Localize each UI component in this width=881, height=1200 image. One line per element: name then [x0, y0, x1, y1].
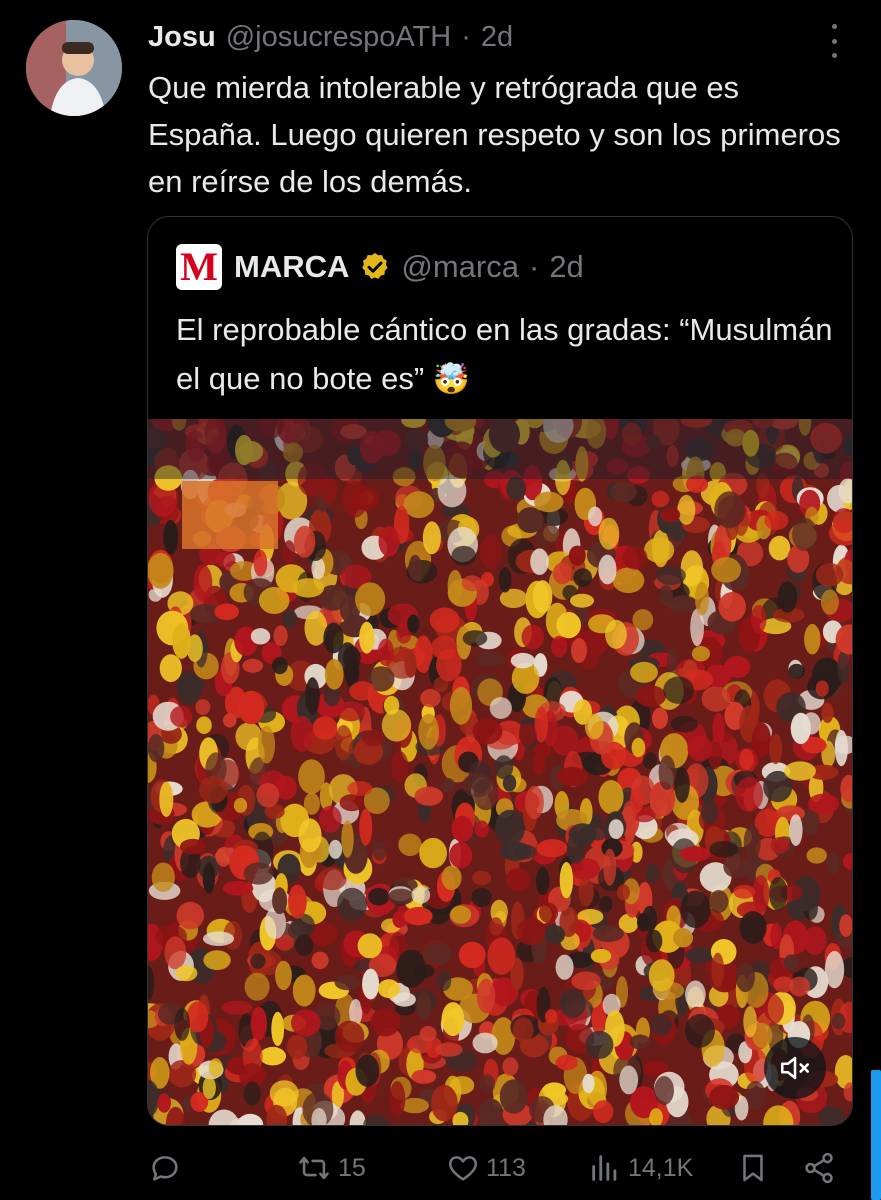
quoted-text: El reprobable cántico en las gradas: “Mu…	[176, 312, 833, 396]
quoted-time[interactable]: 2d	[549, 249, 583, 285]
retweet-button[interactable]: 15	[296, 1148, 366, 1188]
reply-icon	[152, 1156, 178, 1181]
quoted-author-name[interactable]: MARCA	[234, 249, 349, 285]
scrollbar-thumb[interactable]	[871, 1070, 881, 1200]
mute-button[interactable]	[764, 1037, 826, 1099]
views-icon	[592, 1155, 617, 1181]
tweet-actions: 15 113 14,1K	[148, 1148, 848, 1188]
share-icon	[805, 1152, 833, 1184]
tweet-header: Josu @josucrespoATH · 2d	[148, 18, 513, 56]
quoted-author-handle[interactable]: @marca	[401, 249, 519, 285]
quoted-text-block: El reprobable cántico en las gradas: “Mu…	[176, 305, 836, 404]
quoted-tweet[interactable]: M MARCA @marca · 2d El reprobable cántic…	[147, 216, 853, 1126]
bookmark-icon	[743, 1154, 763, 1182]
quoted-separator-dot: ·	[528, 249, 540, 284]
bookmark-button[interactable]	[736, 1148, 770, 1188]
author-handle[interactable]: @josucrespoATH	[226, 21, 452, 54]
avatar[interactable]	[26, 20, 122, 116]
more-options-button[interactable]	[820, 24, 848, 58]
avatar-image	[26, 20, 122, 116]
marca-logo[interactable]: M	[176, 244, 222, 290]
like-button[interactable]: 113	[446, 1148, 526, 1188]
video-player[interactable]	[148, 419, 852, 1125]
more-options-icon	[831, 24, 837, 29]
separator-dot: ·	[461, 20, 471, 53]
views-count: 14,1K	[628, 1153, 694, 1182]
tweet[interactable]: Josu @josucrespoATH · 2d Que mierda into…	[0, 0, 881, 1200]
author-name[interactable]: Josu	[148, 21, 216, 54]
exploding-head-emoji: 🤯	[432, 363, 471, 396]
quoted-header: M MARCA @marca · 2d	[176, 244, 584, 290]
like-count: 113	[486, 1153, 526, 1182]
reply-button[interactable]	[148, 1148, 182, 1188]
retweet-count: 15	[338, 1153, 366, 1182]
share-button[interactable]	[802, 1148, 836, 1188]
marca-logo-letter: M	[180, 244, 218, 289]
tweet-text: Que mierda intolerable y retrógrada que …	[148, 70, 841, 199]
crowd-video-frame	[148, 419, 852, 1125]
verified-badge-icon	[362, 253, 388, 279]
views-button[interactable]: 14,1K	[588, 1148, 693, 1188]
retweet-icon	[299, 1156, 329, 1180]
heart-icon	[448, 1156, 478, 1181]
mute-icon	[780, 1056, 810, 1080]
tweet-time[interactable]: 2d	[481, 21, 513, 54]
